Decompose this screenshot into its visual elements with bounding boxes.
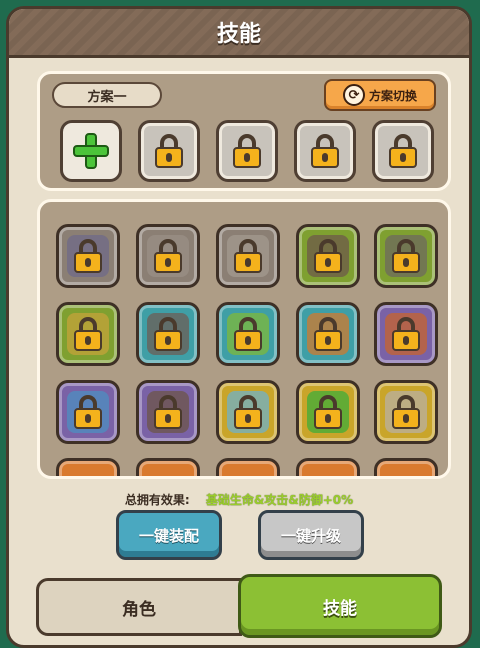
lock-icon	[392, 317, 420, 351]
skill-card[interactable]	[374, 302, 438, 366]
refresh-icon: ⟳	[342, 84, 365, 106]
lock-icon	[234, 239, 262, 273]
total-effect: 总拥有效果: 基础生命&攻击&防御+0%	[9, 491, 469, 508]
locked-skill-slot[interactable]	[372, 120, 434, 182]
skill-card[interactable]	[136, 224, 200, 288]
skill-card[interactable]	[216, 380, 280, 444]
plan-switch-label: 方案切换	[368, 88, 417, 103]
skill-card[interactable]	[56, 380, 120, 444]
skill-card[interactable]	[296, 458, 360, 476]
skill-card[interactable]	[216, 224, 280, 288]
lock-icon	[74, 395, 102, 429]
skill-card[interactable]	[136, 302, 200, 366]
skill-card[interactable]	[216, 458, 280, 476]
skill-card[interactable]	[296, 302, 360, 366]
lock-icon	[392, 395, 420, 429]
lock-icon	[154, 395, 182, 429]
lock-icon	[314, 317, 342, 351]
locked-skill-slot[interactable]	[216, 120, 278, 182]
skill-card[interactable]	[374, 458, 438, 476]
skill-card[interactable]	[296, 380, 360, 444]
skill-card[interactable]	[136, 458, 200, 476]
plan-switch-button[interactable]: ⟳ 方案切换	[324, 79, 436, 111]
skill-card[interactable]	[56, 458, 120, 476]
lock-icon	[314, 239, 342, 273]
lock-icon	[314, 395, 342, 429]
skill-card[interactable]	[296, 224, 360, 288]
auto-upgrade-button[interactable]: 一键升级	[258, 510, 364, 560]
lock-icon	[74, 239, 102, 273]
tab-role[interactable]: 角色	[36, 578, 242, 636]
loadout-panel: 方案一 ⟳ 方案切换	[37, 71, 451, 191]
lock-icon	[392, 239, 420, 273]
total-effect-label: 总拥有效果:	[124, 493, 190, 507]
auto-equip-button[interactable]: 一键装配	[116, 510, 222, 560]
window-title: 技能	[216, 22, 261, 47]
locked-skill-slot[interactable]	[138, 120, 200, 182]
tab-skills[interactable]: 技能	[238, 574, 442, 638]
skill-card[interactable]	[136, 380, 200, 444]
add-skill-slot[interactable]	[60, 120, 122, 182]
skill-card[interactable]	[374, 380, 438, 444]
lock-icon	[311, 134, 339, 168]
skill-grid[interactable]	[37, 199, 451, 479]
title-bar: 技能	[9, 9, 469, 58]
skill-card[interactable]	[56, 302, 120, 366]
plus-icon	[73, 133, 109, 169]
lock-icon	[234, 317, 262, 351]
lock-icon	[154, 239, 182, 273]
lock-icon	[233, 134, 261, 168]
total-effect-value: 基础生命&攻击&防御+0%	[205, 493, 354, 507]
lock-icon	[74, 317, 102, 351]
skills-window: 技能 方案一 ⟳ 方案切换 总拥有效果: 基础生命&攻击&防御+0%	[6, 6, 472, 648]
plan-name-label: 方案一	[52, 82, 162, 108]
lock-icon	[234, 395, 262, 429]
lock-icon	[154, 317, 182, 351]
skill-card[interactable]	[216, 302, 280, 366]
lock-icon	[389, 134, 417, 168]
locked-skill-slot[interactable]	[294, 120, 356, 182]
skill-card[interactable]	[56, 224, 120, 288]
skill-card[interactable]	[374, 224, 438, 288]
lock-icon	[155, 134, 183, 168]
